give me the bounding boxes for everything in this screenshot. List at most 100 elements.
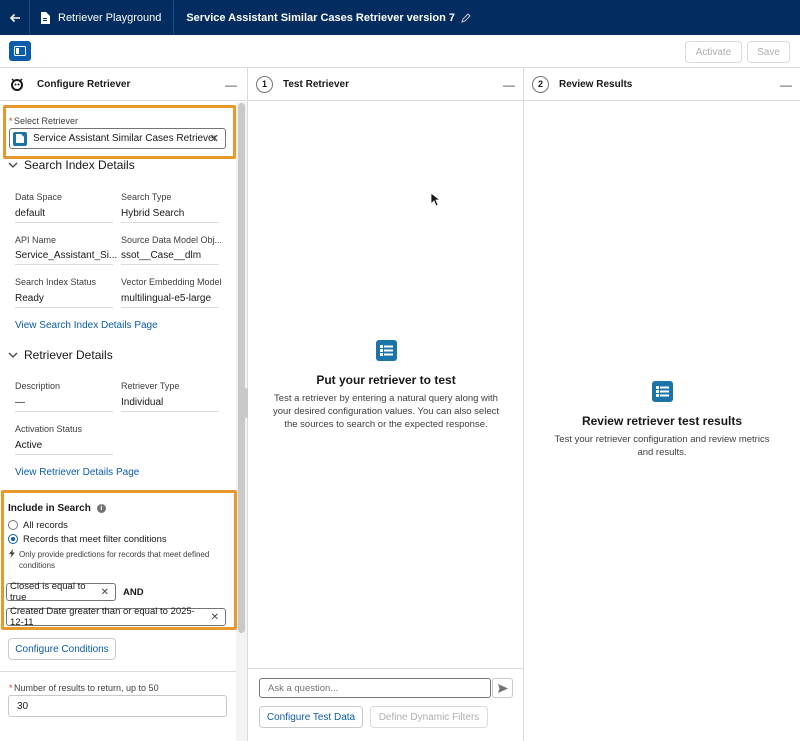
search-index-section-toggle[interactable]: Search Index Details (8, 158, 135, 172)
configure-retriever-header: Configure Retriever — (0, 68, 247, 101)
index-status-value: Ready (15, 293, 44, 304)
radio-filter-records[interactable] (8, 534, 18, 544)
divider (15, 307, 113, 308)
remove-condition-icon[interactable]: ✕ (101, 587, 109, 598)
search-type-value: Hybrid Search (121, 208, 185, 219)
section-title: Retriever Details (24, 348, 113, 362)
toolbar: Activate Save (0, 35, 800, 68)
include-in-search-heading: Include in Search i (8, 503, 106, 514)
divider (0, 671, 236, 672)
data-space-label: Data Space (15, 192, 63, 202)
radio-all-records-label: All records (23, 520, 68, 531)
scrollbar[interactable] (238, 103, 245, 633)
define-dynamic-filters-button[interactable]: Define Dynamic Filters (370, 706, 488, 728)
collapse-icon[interactable]: — (503, 78, 515, 92)
tab-record-title[interactable]: Service Assistant Similar Cases Retrieve… (174, 0, 483, 35)
retriever-type-label: Retriever Type (121, 381, 180, 391)
view-search-index-link[interactable]: View Search Index Details Page (15, 320, 158, 331)
collapse-icon[interactable]: — (780, 78, 792, 92)
index-status-label: Search Index Status (15, 277, 97, 287)
search-type-label: Search Type (121, 192, 172, 202)
api-name-value: Service_Assistant_Si... (15, 250, 118, 261)
retriever-type-value: Individual (121, 397, 164, 408)
step-number: 2 (532, 75, 549, 93)
radio-filter-records-label: Records that meet filter conditions (23, 534, 167, 545)
back-button[interactable] (0, 0, 30, 35)
required-marker: * (9, 683, 13, 693)
record-title: Service Assistant Similar Cases Retrieve… (186, 11, 455, 24)
divider (121, 264, 219, 265)
review-results-header: 2 Review Results — (524, 68, 800, 101)
selected-retriever-value: Service Assistant Similar Cases Retrieve… (33, 133, 217, 144)
divider (15, 222, 113, 223)
list-icon-box (376, 340, 397, 361)
description-value: — (15, 397, 25, 408)
divider (15, 454, 113, 455)
panel-title: Review Results (559, 78, 633, 90)
review-results-panel: 2 Review Results — Review retriever test… (524, 68, 800, 741)
list-icon-box (652, 381, 673, 402)
radio-all-records[interactable] (8, 520, 18, 530)
condition-pill-created-date[interactable]: Created Date greater than or equal to 20… (6, 606, 226, 628)
results-count-value: 30 (17, 700, 29, 712)
configure-retriever-panel: Configure Retriever — * Select Retriever… (0, 68, 248, 741)
test-retriever-panel: 1 Test Retriever — Put your retriever to… (245, 68, 524, 741)
select-retriever-label: Select Retriever (14, 116, 79, 126)
save-button[interactable]: Save (747, 41, 790, 63)
list-icon (656, 386, 669, 397)
arrow-left-icon (9, 13, 20, 22)
embedding-model-value: multilingual-e5-large (121, 293, 212, 304)
activation-status-value: Active (15, 440, 43, 451)
empty-state-body: Test your retriever configuration and re… (554, 434, 770, 458)
send-button[interactable] (492, 678, 513, 698)
configure-test-data-button[interactable]: Configure Test Data (259, 706, 363, 728)
step-number: 1 (256, 75, 273, 93)
tab-label: Retriever Playground (58, 11, 162, 24)
results-count-input[interactable]: 30 (8, 695, 227, 717)
ask-placeholder: Ask a question... (268, 682, 339, 694)
divider (248, 668, 524, 669)
mouse-cursor-icon (431, 193, 441, 207)
embedding-model-label: Vector Embedding Model (121, 277, 222, 287)
view-retriever-details-link[interactable]: View Retriever Details Page (15, 467, 139, 478)
retriever-record-icon (13, 131, 27, 146)
api-name-label: API Name (15, 235, 57, 245)
configure-conditions-button[interactable]: Configure Conditions (8, 638, 116, 660)
panel-icon (14, 46, 26, 56)
info-icon[interactable]: i (96, 504, 106, 513)
divider (121, 411, 219, 412)
divider (15, 264, 113, 265)
ask-question-input[interactable]: Ask a question... (259, 678, 491, 698)
send-icon (497, 683, 508, 693)
test-retriever-header: 1 Test Retriever — (248, 68, 523, 101)
divider (121, 307, 219, 308)
list-icon (380, 345, 393, 356)
top-navigation-bar: Retriever Playground Service Assistant S… (0, 0, 800, 35)
tab-retriever-playground[interactable]: Retriever Playground (30, 0, 175, 35)
chevron-down-icon (8, 162, 18, 168)
chevron-down-icon (8, 352, 18, 358)
empty-state-title: Review retriever test results (581, 414, 743, 428)
document-icon (41, 11, 50, 24)
empty-state-body: Test a retriever by entering a natural q… (272, 393, 500, 430)
required-marker: * (9, 116, 13, 126)
condition-label: Created Date greater than or equal to 20… (10, 606, 195, 628)
pencil-icon[interactable] (461, 12, 471, 23)
collapse-icon[interactable]: — (225, 78, 237, 92)
data-space-value: default (15, 208, 46, 219)
panel-toggle-button[interactable] (9, 41, 31, 61)
include-title: Include in Search (8, 503, 91, 514)
remove-condition-icon[interactable]: ✕ (211, 612, 219, 623)
divider (121, 222, 219, 223)
source-dmo-value: ssot__Case__dlm (121, 250, 202, 261)
activate-button[interactable]: Activate (685, 41, 742, 63)
resize-handle[interactable] (245, 388, 248, 418)
condition-label: Closed is equal to true (10, 581, 86, 603)
condition-pill-closed[interactable]: Closed is equal to true ✕ (6, 581, 116, 603)
retriever-details-section-toggle[interactable]: Retriever Details (8, 348, 113, 362)
select-retriever-combobox[interactable]: Service Assistant Similar Cases Retrieve… (9, 128, 226, 149)
section-title: Search Index Details (24, 158, 135, 172)
source-dmo-label: Source Data Model Obj... (121, 235, 223, 245)
clear-selection-icon[interactable]: ✕ (210, 132, 219, 145)
empty-state-title: Put your retriever to test (316, 373, 456, 387)
